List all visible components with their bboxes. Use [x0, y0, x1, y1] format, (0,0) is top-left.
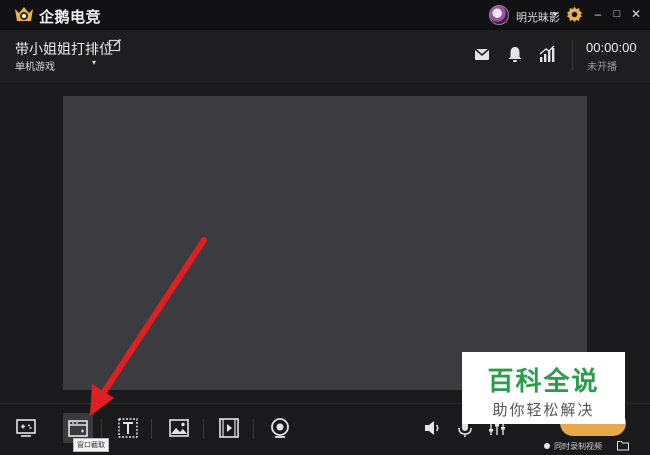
watermark-subtitle: 助你轻松解决: [492, 402, 595, 419]
webcam-icon: [271, 418, 289, 438]
signal-stats-icon[interactable]: [537, 44, 557, 64]
stream-header: 带小姐姐打排位 单机游戏 ▾ 00:00:00 未开播: [0, 30, 650, 82]
text-source-button[interactable]: [113, 413, 143, 443]
watermark-title: 百科全说: [487, 366, 600, 396]
room-title: 带小姐姐打排位: [15, 41, 113, 57]
bell-icon[interactable]: [505, 44, 525, 64]
window-capture-icon: [68, 420, 88, 437]
toolbar-divider: [151, 419, 152, 439]
toolbar-divider: [101, 419, 102, 439]
edit-icon[interactable]: [108, 38, 122, 52]
header-divider: [572, 40, 573, 70]
speaker-volume-icon[interactable]: [423, 418, 443, 438]
gamepad-monitor-icon: [16, 419, 36, 437]
close-icon[interactable]: ✕: [628, 6, 644, 22]
category-select[interactable]: 单机游戏: [15, 58, 55, 73]
folder-icon[interactable]: [617, 440, 629, 451]
toolbar-divider: [253, 419, 254, 439]
category-chevron-down-icon[interactable]: ▾: [92, 58, 96, 67]
record-sync-checkbox[interactable]: [544, 443, 550, 449]
game-capture-button[interactable]: [11, 413, 41, 443]
window-capture-tooltip: 窗口截取: [73, 438, 109, 452]
toolbar-divider: [203, 419, 204, 439]
image-icon: [169, 419, 189, 437]
stream-preview-canvas[interactable]: [63, 96, 587, 390]
video-icon: [219, 418, 239, 438]
penguin-logo-icon: [15, 7, 33, 21]
live-timer: 00:00:00: [586, 40, 637, 55]
user-menu-chevron-down-icon[interactable]: ▾: [553, 9, 558, 20]
title-bar: 企鹅电竞 明光昧影 ▾ – □ ✕: [0, 0, 650, 30]
image-source-button[interactable]: [164, 413, 194, 443]
record-sync-label: 同时录制视频: [554, 442, 602, 451]
text-icon: [118, 418, 138, 438]
maximize-icon[interactable]: □: [609, 6, 625, 22]
video-source-button[interactable]: [214, 413, 244, 443]
watermark-badge: 百科全说 助你轻松解决: [462, 352, 625, 424]
live-status: 未开播: [587, 62, 617, 73]
gear-icon[interactable]: [566, 6, 583, 23]
app-title: 企鹅电竞: [39, 9, 102, 26]
camera-source-button[interactable]: [265, 413, 295, 443]
minimize-icon[interactable]: –: [590, 6, 606, 22]
gift-box-icon[interactable]: [472, 44, 492, 64]
avatar[interactable]: [489, 5, 509, 25]
